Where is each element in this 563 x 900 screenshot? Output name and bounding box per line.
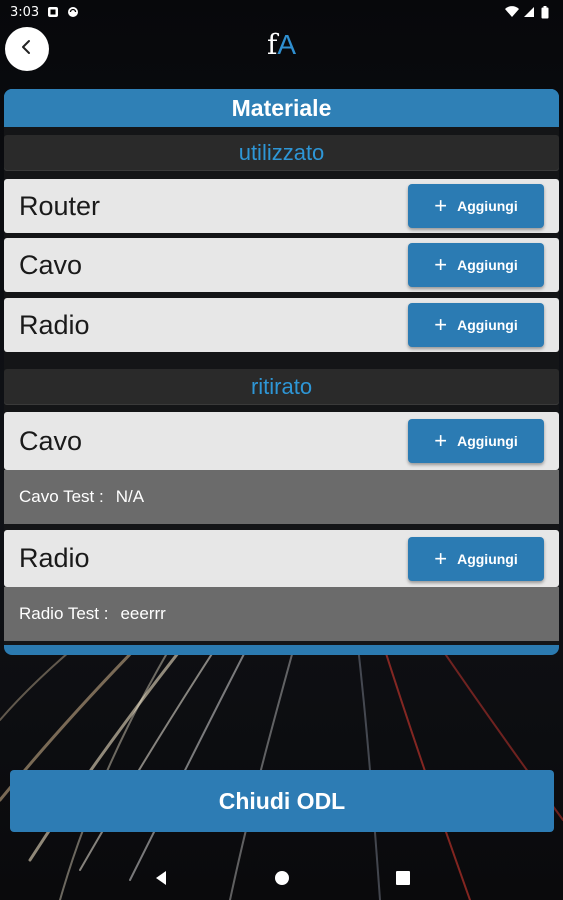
add-button-label: Aggiungi	[457, 550, 518, 567]
plus-icon: +	[434, 252, 448, 277]
add-button-label: Aggiungi	[457, 433, 518, 449]
signal-icon	[523, 6, 535, 18]
material-panel: Materiale utilizzato Router + Aggiungi C…	[4, 89, 559, 655]
list-item: Cavo + Aggiungi	[4, 238, 559, 292]
battery-icon	[541, 6, 553, 19]
panel-body: utilizzato Router + Aggiungi Cavo + Aggi…	[4, 127, 559, 645]
nav-recents-icon[interactable]	[395, 870, 411, 886]
detail-value: eeerrr	[120, 604, 166, 623]
add-button[interactable]: + Aggiungi	[408, 536, 544, 581]
item-detail: Radio Test : eeerrr	[4, 587, 559, 641]
detail-label: Cavo Test :	[19, 487, 104, 506]
add-button-label: Aggiungi	[457, 317, 518, 333]
detail-label: Radio Test :	[19, 604, 109, 623]
system-nav-bar	[0, 856, 563, 900]
add-button-label: Aggiungi	[457, 257, 518, 273]
app-logo: fA	[0, 28, 563, 61]
sync-icon	[67, 6, 79, 18]
item-detail: Cavo Test : N/A	[4, 470, 559, 524]
plus-icon: +	[434, 193, 448, 218]
nav-back-icon[interactable]	[153, 870, 169, 886]
notification-icon	[47, 6, 59, 18]
logo-f: f	[266, 28, 278, 61]
item-label: Radio	[19, 309, 90, 340]
section-removed-title: ritirato	[4, 369, 559, 405]
plus-icon: +	[434, 312, 448, 337]
wifi-icon	[505, 6, 519, 18]
add-button-label: Aggiungi	[457, 198, 518, 214]
item-label: Cavo	[19, 249, 83, 280]
plus-icon: +	[434, 545, 448, 571]
list-item: Router + Aggiungi	[4, 179, 559, 233]
section-used-title: utilizzato	[4, 135, 559, 171]
nav-home-icon[interactable]	[274, 870, 290, 886]
add-button[interactable]: + Aggiungi	[408, 243, 544, 287]
panel-title: Materiale	[4, 89, 559, 127]
item-label: Cavo	[19, 425, 83, 456]
logo-a: A	[277, 29, 297, 60]
add-button[interactable]: + Aggiungi	[408, 419, 544, 463]
list-item: Cavo + Aggiungi	[4, 412, 559, 470]
item-label: Router	[19, 190, 101, 221]
add-button[interactable]: + Aggiungi	[408, 303, 544, 347]
list-item: Radio + Aggiungi	[4, 298, 559, 352]
add-button[interactable]: + Aggiungi	[408, 184, 544, 228]
item-label: Radio	[19, 543, 90, 573]
list-item: Radio + Aggiungi	[4, 530, 559, 587]
detail-value: N/A	[115, 487, 145, 506]
close-order-button[interactable]: Chiudi ODL	[10, 770, 554, 832]
status-time: 3:03	[10, 4, 40, 20]
status-bar: 3:03	[0, 0, 563, 24]
plus-icon: +	[434, 428, 448, 453]
